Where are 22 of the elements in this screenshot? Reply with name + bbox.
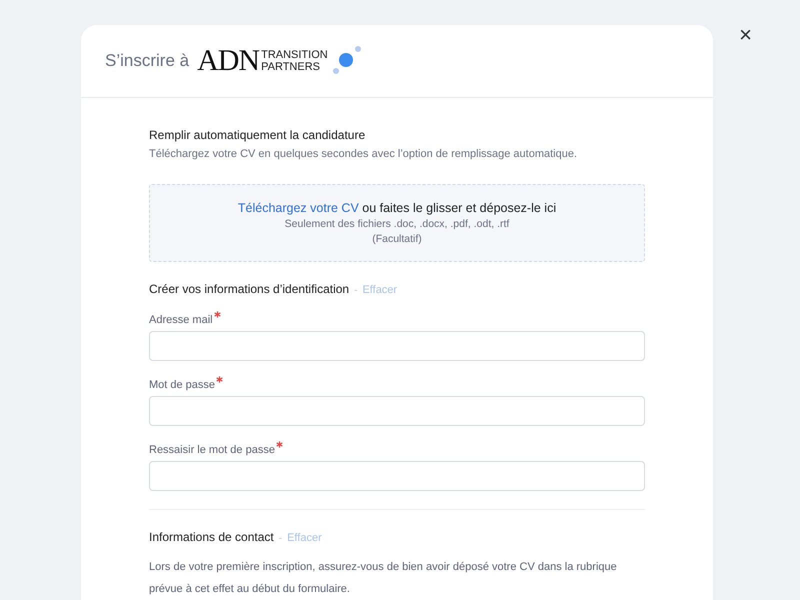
section-title: Informations de contact xyxy=(149,530,274,544)
upload-instructions: Téléchargez votre CV ou faites le glisser et déposez-le ici xyxy=(238,201,556,215)
close-button[interactable]: × xyxy=(735,24,756,46)
separator: - xyxy=(354,285,358,296)
section-description: Téléchargez votre CV en quelques secondes avec l’option de remplissage automatique. xyxy=(149,148,578,160)
field-label: Mot de passe xyxy=(149,379,216,391)
info-paragraph: Lors de votre première inscription, assurez-vous de bien avoir déposé votre CV dans la rubrique prévue à cet effet au début du formulaire. xyxy=(149,560,618,597)
input-field[interactable] xyxy=(149,331,645,361)
file-formats-hint: Seulement des fichiers .doc, .docx, .pdf, .odt, .rtf xyxy=(284,218,510,230)
section-title: Remplir automatiquement la candidature xyxy=(149,128,366,142)
logo-subtitle: TRANSITION PARTNERS xyxy=(261,49,328,73)
optional-hint: (Facultatif) xyxy=(372,233,422,245)
section-title: Créer vos informations d’identification xyxy=(149,282,350,296)
input-field[interactable] xyxy=(149,461,645,491)
dialog-title: S’inscrire à xyxy=(105,51,190,71)
upload-link[interactable]: Téléchargez votre CV xyxy=(238,201,359,215)
field-label: Ressaisir le mot de passe xyxy=(149,444,275,456)
field-label: Adresse mail xyxy=(149,314,213,326)
upload-dropzone[interactable]: Téléchargez votre CV ou faites le glisser et déposez-le ici Seulement des fichiers .doc, .docx, .pdf, .odt, .rtf (Facultatif) xyxy=(149,184,645,262)
separator: - xyxy=(278,533,282,544)
input-field[interactable] xyxy=(149,396,645,426)
logo-text: ADN xyxy=(197,44,260,78)
